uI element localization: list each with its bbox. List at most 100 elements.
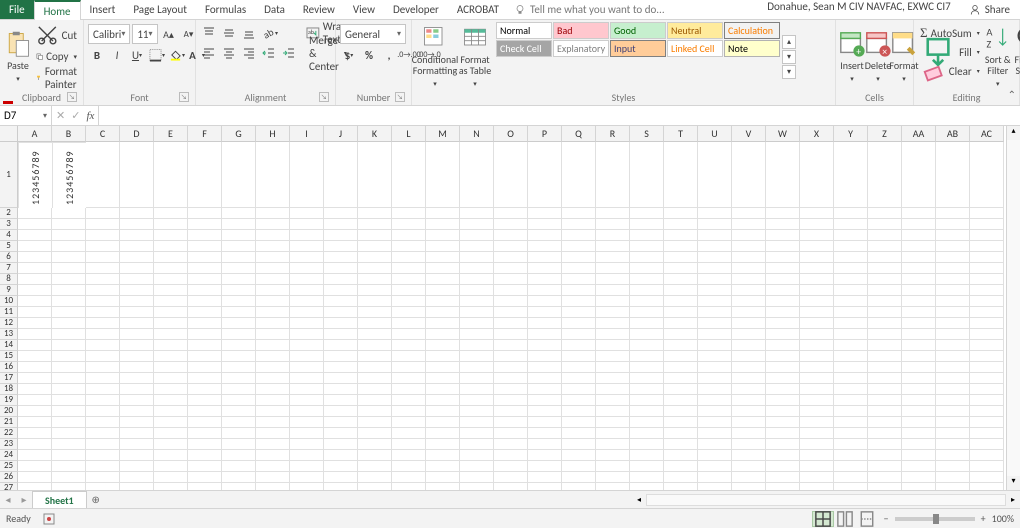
cell-Z27[interactable] [868, 483, 902, 490]
cell-X17[interactable] [800, 373, 834, 384]
cell-L16[interactable] [392, 362, 426, 373]
cell-Y16[interactable] [834, 362, 868, 373]
cell-Z24[interactable] [868, 450, 902, 461]
col-header-G[interactable]: G [222, 126, 256, 142]
cell-W17[interactable] [766, 373, 800, 384]
cell-J6[interactable] [324, 252, 358, 263]
cell-Q1[interactable] [562, 142, 596, 208]
cell-K25[interactable] [358, 461, 392, 472]
cell-Y14[interactable] [834, 340, 868, 351]
cell-I22[interactable] [290, 428, 324, 439]
cell-M7[interactable] [426, 263, 460, 274]
cell-Y27[interactable] [834, 483, 868, 490]
cell-style-input[interactable]: Input [610, 40, 666, 57]
cell-S13[interactable] [630, 329, 664, 340]
cell-Q22[interactable] [562, 428, 596, 439]
cell-T8[interactable] [664, 274, 698, 285]
cell-M17[interactable] [426, 373, 460, 384]
cell-U19[interactable] [698, 395, 732, 406]
cell-S16[interactable] [630, 362, 664, 373]
cell-K21[interactable] [358, 417, 392, 428]
cell-R7[interactable] [596, 263, 630, 274]
row-header-27[interactable]: 27 [0, 483, 18, 490]
cell-AB14[interactable] [936, 340, 970, 351]
format-as-table-button[interactable]: Format as Table▾ [456, 22, 494, 91]
col-header-Z[interactable]: Z [868, 126, 902, 142]
cell-D9[interactable] [120, 285, 154, 296]
cell-E5[interactable] [154, 241, 188, 252]
cell-A24[interactable] [18, 450, 52, 461]
cell-X11[interactable] [800, 307, 834, 318]
cell-M18[interactable] [426, 384, 460, 395]
cell-P8[interactable] [528, 274, 562, 285]
cell-S25[interactable] [630, 461, 664, 472]
cell-X13[interactable] [800, 329, 834, 340]
cell-Q7[interactable] [562, 263, 596, 274]
cell-N12[interactable] [460, 318, 494, 329]
cell-O18[interactable] [494, 384, 528, 395]
zoom-level[interactable]: 100% [992, 512, 1014, 525]
cell-E21[interactable] [154, 417, 188, 428]
number-launcher[interactable]: ↘ [395, 92, 405, 102]
cell-H14[interactable] [256, 340, 290, 351]
cell-Y13[interactable] [834, 329, 868, 340]
cell-G13[interactable] [222, 329, 256, 340]
cell-AA16[interactable] [902, 362, 936, 373]
view-page-break-button[interactable] [856, 511, 878, 527]
cell-H20[interactable] [256, 406, 290, 417]
col-header-I[interactable]: I [290, 126, 324, 142]
cell-J14[interactable] [324, 340, 358, 351]
sheet-nav-next[interactable]: ▸ [16, 491, 32, 508]
tab-view[interactable]: View [344, 0, 384, 19]
cell-N9[interactable] [460, 285, 494, 296]
cell-B7[interactable] [52, 263, 86, 274]
cell-S10[interactable] [630, 296, 664, 307]
col-header-Y[interactable]: Y [834, 126, 868, 142]
cell-AB20[interactable] [936, 406, 970, 417]
cell-W1[interactable] [766, 142, 800, 208]
tab-file[interactable]: File [0, 0, 34, 19]
cell-C11[interactable] [86, 307, 120, 318]
cell-F8[interactable] [188, 274, 222, 285]
cell-B21[interactable] [52, 417, 86, 428]
cell-B26[interactable] [52, 472, 86, 483]
cell-R18[interactable] [596, 384, 630, 395]
cell-I23[interactable] [290, 439, 324, 450]
cell-X27[interactable] [800, 483, 834, 490]
cell-style-calculation[interactable]: Calculation [724, 22, 780, 39]
cell-Q19[interactable] [562, 395, 596, 406]
view-normal-button[interactable] [812, 511, 834, 527]
cell-X9[interactable] [800, 285, 834, 296]
align-left-button[interactable] [200, 44, 218, 62]
cell-W8[interactable] [766, 274, 800, 285]
cell-O3[interactable] [494, 219, 528, 230]
cell-M10[interactable] [426, 296, 460, 307]
hscroll-left[interactable]: ◂ [632, 495, 646, 505]
align-middle-button[interactable] [220, 24, 238, 42]
cell-V12[interactable] [732, 318, 766, 329]
cell-W3[interactable] [766, 219, 800, 230]
cell-N16[interactable] [460, 362, 494, 373]
cell-R5[interactable] [596, 241, 630, 252]
cell-Y1[interactable] [834, 142, 868, 208]
cell-S7[interactable] [630, 263, 664, 274]
cell-O22[interactable] [494, 428, 528, 439]
cell-P12[interactable] [528, 318, 562, 329]
cell-H15[interactable] [256, 351, 290, 362]
cell-S12[interactable] [630, 318, 664, 329]
cell-K3[interactable] [358, 219, 392, 230]
cell-H27[interactable] [256, 483, 290, 490]
cell-C20[interactable] [86, 406, 120, 417]
alignment-launcher[interactable]: ↘ [319, 92, 329, 102]
cell-C4[interactable] [86, 230, 120, 241]
cell-O4[interactable] [494, 230, 528, 241]
cell-B2[interactable] [52, 208, 86, 219]
cell-H3[interactable] [256, 219, 290, 230]
cell-B14[interactable] [52, 340, 86, 351]
scroll-down-button[interactable]: ▾ [1007, 476, 1020, 490]
cell-X1[interactable] [800, 142, 834, 208]
cell-N5[interactable] [460, 241, 494, 252]
cell-D3[interactable] [120, 219, 154, 230]
user-name[interactable]: Donahue, Sean M CIV NAVFAC, EXWC CI7 [759, 0, 959, 19]
cell-H4[interactable] [256, 230, 290, 241]
